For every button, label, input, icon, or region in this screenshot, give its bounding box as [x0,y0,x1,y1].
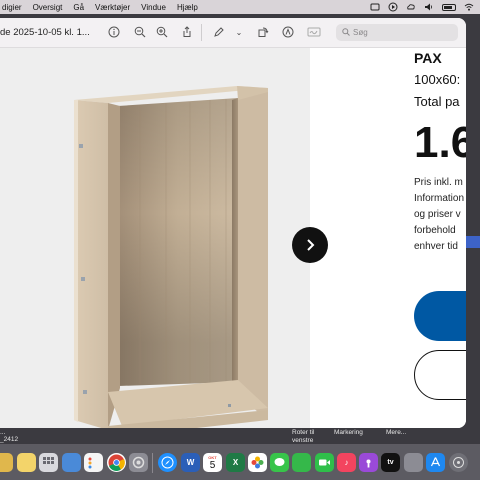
app-icon[interactable] [404,453,423,472]
info-line: Information [414,193,465,204]
info-icon[interactable] [107,25,121,39]
screen-record-icon[interactable] [370,2,380,12]
calendar-day: 5 [209,459,216,471]
menu-item-tools[interactable]: Værktøjer [90,3,136,12]
more-label[interactable]: Mere... [386,429,406,437]
facetime-app-icon[interactable] [315,453,334,472]
desktop-file-label[interactable]: _2412 [0,436,18,444]
status-area [370,0,480,14]
info-line: og priser v [414,209,461,220]
reminders-app-icon[interactable] [84,453,103,472]
chrome-app-icon[interactable] [107,453,126,472]
markup-label[interactable]: Markering [334,429,363,437]
chevron-right-icon [307,239,315,251]
total-label: Total pa [414,94,460,109]
whatsapp-app-icon[interactable] [292,453,311,472]
menu-item-window[interactable]: Vindue [136,3,172,12]
rotate-icon[interactable] [256,25,270,39]
desktop-file-icon[interactable] [466,236,480,248]
share-icon[interactable] [180,25,194,39]
window-toolbar: de 2025-10-05 kl. 1... ⌄ Søg [0,18,466,48]
price-info-text: Pris inkl. m Information og priser v for… [414,175,464,255]
wardrobe-frame-image [74,86,268,428]
preview-window: de 2025-10-05 kl. 1... ⌄ Søg PAX 100x60:… [0,18,466,428]
appstore-app-icon[interactable] [426,453,445,472]
finder-app-icon[interactable] [62,453,81,472]
photos-app-icon[interactable] [248,453,267,472]
system-settings-app-icon[interactable] [129,453,148,472]
secondary-action-button[interactable] [414,350,466,400]
notes-app-icon[interactable] [17,453,36,472]
cloud-icon[interactable] [406,2,416,12]
music-app-icon[interactable]: ♪ [337,453,356,472]
markup-pen-icon[interactable] [212,25,226,39]
search-input[interactable]: Søg [336,24,458,41]
zoom-in-icon[interactable] [155,25,169,39]
info-line: Pris inkl. m [414,177,463,188]
tv-app-icon[interactable]: tv [381,453,400,472]
chevron-down-icon[interactable]: ⌄ [232,25,246,39]
podcasts-app-icon[interactable] [359,453,378,472]
rotate-left-label[interactable]: Roter til venstre [292,429,324,445]
disk-utility-app-icon[interactable] [449,453,468,472]
word-app-icon[interactable]: W [181,453,200,472]
safari-app-icon[interactable] [158,453,177,472]
search-placeholder: Søg [353,28,368,37]
folder-app-icon[interactable] [0,453,13,472]
battery-icon[interactable] [442,3,456,11]
info-line: enhver tid [414,241,458,252]
launchpad-app-icon[interactable] [39,453,58,472]
info-line: forbehold [414,225,456,236]
annotate-icon[interactable] [281,25,295,39]
menu-bar: digier Oversigt Gå Værktøjer Vindue Hjæl… [0,0,480,14]
calendar-app-icon[interactable]: OKT 5 [203,453,222,472]
add-to-cart-button[interactable] [414,291,466,341]
product-dimensions: 100x60: [414,72,461,87]
menu-item-edit[interactable]: digier [0,3,27,12]
dock-divider [152,453,153,473]
messages-app-icon[interactable] [270,453,289,472]
image-canvas [0,48,310,428]
wifi-icon[interactable] [464,2,474,12]
search-icon [342,27,350,38]
product-name: PAX [414,50,442,66]
product-info-pane: PAX 100x60: Total pa 1.6 Pris inkl. m In… [310,48,466,428]
zoom-out-icon[interactable] [133,25,147,39]
signature-icon[interactable] [307,25,321,39]
menu-item-help[interactable]: Hjælp [171,3,203,12]
dock: W OKT 5 X ♪ tv [0,444,480,480]
document-title[interactable]: de 2025-10-05 kl. 1... [0,27,90,38]
next-image-button[interactable] [292,227,328,263]
excel-app-icon[interactable]: X [226,453,245,472]
toolbar-divider [201,24,202,41]
product-price: 1.6 [414,118,466,167]
menu-item-view[interactable]: Oversigt [27,3,68,12]
volume-icon[interactable] [424,2,434,12]
play-icon[interactable] [388,2,398,12]
menu-item-go[interactable]: Gå [68,3,90,12]
